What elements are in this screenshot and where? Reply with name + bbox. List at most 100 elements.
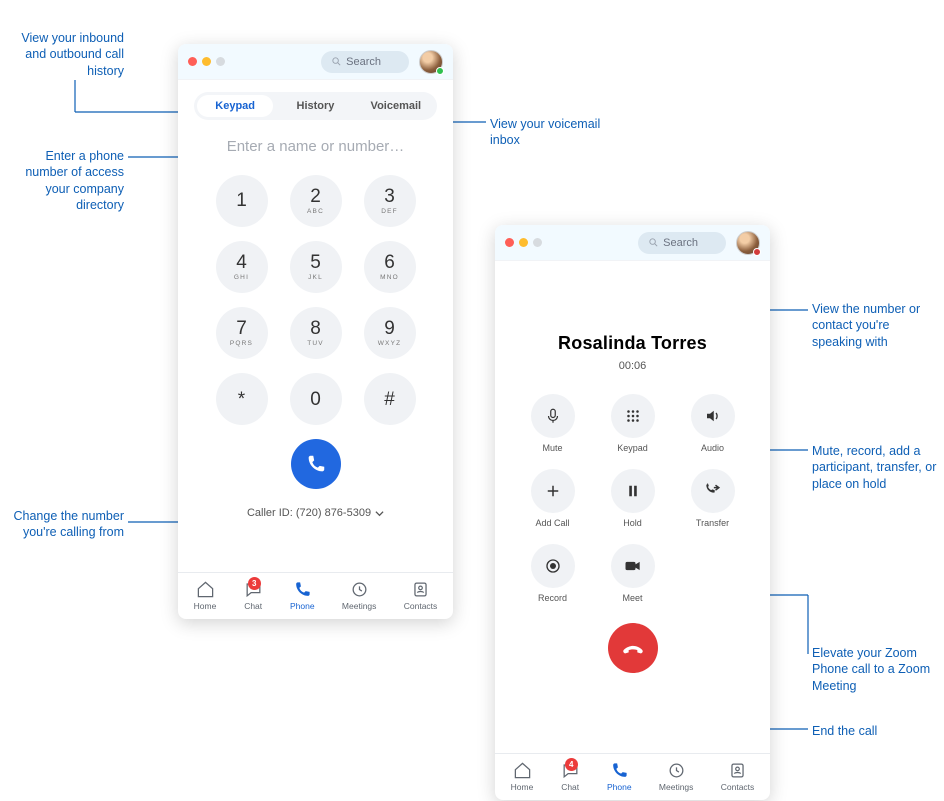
action-hold-label: Hold bbox=[623, 518, 642, 528]
window-controls[interactable] bbox=[505, 238, 542, 247]
call-actions: Mute Keypad Audio Add Call Hold Transfer… bbox=[495, 394, 770, 613]
nav-phone[interactable]: Phone bbox=[607, 760, 632, 792]
search-input[interactable]: Search bbox=[321, 51, 409, 73]
nav-contacts-label: Contacts bbox=[404, 601, 438, 611]
close-icon[interactable] bbox=[188, 57, 197, 66]
nav-chat-label: Chat bbox=[561, 782, 579, 792]
tab-history[interactable]: History bbox=[277, 95, 353, 117]
caller-id-selector[interactable]: Caller ID: (720) 876-5309 bbox=[178, 507, 453, 519]
action-hold[interactable]: Hold bbox=[602, 469, 664, 538]
avatar[interactable] bbox=[419, 50, 443, 74]
mute-icon bbox=[544, 407, 562, 425]
chat-badge: 4 bbox=[565, 758, 578, 771]
nav-home[interactable]: Home bbox=[194, 579, 217, 611]
callout-directory: Enter a phone number of access your comp… bbox=[12, 148, 124, 213]
callout-calleename: View the number or contact you're speaki… bbox=[812, 301, 930, 350]
callee-name: Rosalinda Torres bbox=[495, 333, 770, 354]
presence-indicator bbox=[753, 248, 761, 256]
key-0[interactable]: 0 bbox=[290, 373, 342, 425]
action-audio-label: Audio bbox=[701, 443, 724, 453]
callout-history: View your inbound and outbound call hist… bbox=[14, 30, 124, 79]
action-keypad[interactable]: Keypad bbox=[602, 394, 664, 463]
phone-nav-icon bbox=[610, 761, 629, 780]
key-8[interactable]: 8TUV bbox=[290, 307, 342, 359]
phone-nav-icon bbox=[293, 580, 312, 599]
caller-id-label: Caller ID: (720) 876-5309 bbox=[247, 507, 371, 519]
nav-meetings[interactable]: Meetings bbox=[659, 760, 694, 792]
call-duration: 00:06 bbox=[495, 360, 770, 372]
key-9[interactable]: 9WXYZ bbox=[364, 307, 416, 359]
hangup-icon bbox=[620, 635, 646, 661]
nav-meetings-label: Meetings bbox=[659, 782, 694, 792]
bottom-nav: Home 3 Chat Phone Meetings Contacts bbox=[178, 572, 453, 619]
clock-icon bbox=[667, 761, 686, 780]
search-input[interactable]: Search bbox=[638, 232, 726, 254]
key-1[interactable]: 1 bbox=[216, 175, 268, 227]
plus-icon bbox=[544, 482, 562, 500]
video-icon bbox=[623, 556, 643, 576]
action-mute[interactable]: Mute bbox=[522, 394, 584, 463]
key-hash[interactable]: # bbox=[364, 373, 416, 425]
hangup-button[interactable] bbox=[608, 623, 658, 673]
titlebar: Search bbox=[178, 44, 453, 80]
nav-chat[interactable]: 3 Chat bbox=[244, 579, 263, 611]
action-record[interactable]: Record bbox=[522, 544, 584, 613]
contacts-icon bbox=[728, 761, 747, 780]
key-6[interactable]: 6MNO bbox=[364, 241, 416, 293]
speaker-icon bbox=[704, 407, 722, 425]
contacts-icon bbox=[411, 580, 430, 599]
callout-voicemail: View your voicemail inbox bbox=[490, 116, 610, 149]
action-audio[interactable]: Audio bbox=[682, 394, 744, 463]
number-input[interactable]: Enter a name or number… bbox=[194, 138, 437, 155]
nav-home[interactable]: Home bbox=[511, 760, 534, 792]
titlebar: Search bbox=[495, 225, 770, 261]
home-icon bbox=[513, 761, 532, 780]
nav-home-label: Home bbox=[194, 601, 217, 611]
key-star[interactable]: * bbox=[216, 373, 268, 425]
action-record-label: Record bbox=[538, 593, 567, 603]
key-3[interactable]: 3DEF bbox=[364, 175, 416, 227]
maximize-icon[interactable] bbox=[533, 238, 542, 247]
call-button[interactable] bbox=[291, 439, 341, 489]
nav-contacts[interactable]: Contacts bbox=[404, 579, 438, 611]
home-icon bbox=[196, 580, 215, 599]
nav-contacts[interactable]: Contacts bbox=[721, 760, 755, 792]
nav-phone-label: Phone bbox=[290, 601, 315, 611]
nav-phone[interactable]: Phone bbox=[290, 579, 315, 611]
nav-meetings[interactable]: Meetings bbox=[342, 579, 377, 611]
search-placeholder: Search bbox=[346, 56, 381, 68]
key-4[interactable]: 4GHI bbox=[216, 241, 268, 293]
chevron-down-icon bbox=[375, 509, 384, 518]
key-7[interactable]: 7PQRS bbox=[216, 307, 268, 359]
nav-contacts-label: Contacts bbox=[721, 782, 755, 792]
search-icon bbox=[648, 237, 659, 248]
tab-voicemail[interactable]: Voicemail bbox=[358, 95, 434, 117]
callout-callerid: Change the number you're calling from bbox=[6, 508, 124, 541]
clock-icon bbox=[350, 580, 369, 599]
avatar[interactable] bbox=[736, 231, 760, 255]
nav-chat-label: Chat bbox=[244, 601, 262, 611]
action-keypad-label: Keypad bbox=[617, 443, 648, 453]
action-addcall[interactable]: Add Call bbox=[522, 469, 584, 538]
minimize-icon[interactable] bbox=[519, 238, 528, 247]
callout-elevate: Elevate your Zoom Phone call to a Zoom M… bbox=[812, 645, 932, 694]
pause-icon bbox=[624, 482, 642, 500]
close-icon[interactable] bbox=[505, 238, 514, 247]
action-meet[interactable]: Meet bbox=[602, 544, 664, 613]
window-controls[interactable] bbox=[188, 57, 225, 66]
bottom-nav: Home 4 Chat Phone Meetings Contacts bbox=[495, 753, 770, 800]
key-2[interactable]: 2ABC bbox=[290, 175, 342, 227]
callout-controls: Mute, record, add a participant, transfe… bbox=[812, 443, 937, 492]
action-transfer[interactable]: Transfer bbox=[682, 469, 744, 538]
maximize-icon[interactable] bbox=[216, 57, 225, 66]
action-mute-label: Mute bbox=[542, 443, 562, 453]
nav-phone-label: Phone bbox=[607, 782, 632, 792]
transfer-icon bbox=[703, 481, 723, 501]
key-5[interactable]: 5JKL bbox=[290, 241, 342, 293]
callout-endcall: End the call bbox=[812, 723, 912, 739]
action-meet-label: Meet bbox=[622, 593, 642, 603]
nav-chat[interactable]: 4 Chat bbox=[561, 760, 580, 792]
tab-keypad[interactable]: Keypad bbox=[197, 95, 273, 117]
minimize-icon[interactable] bbox=[202, 57, 211, 66]
leader-lines bbox=[0, 0, 944, 801]
